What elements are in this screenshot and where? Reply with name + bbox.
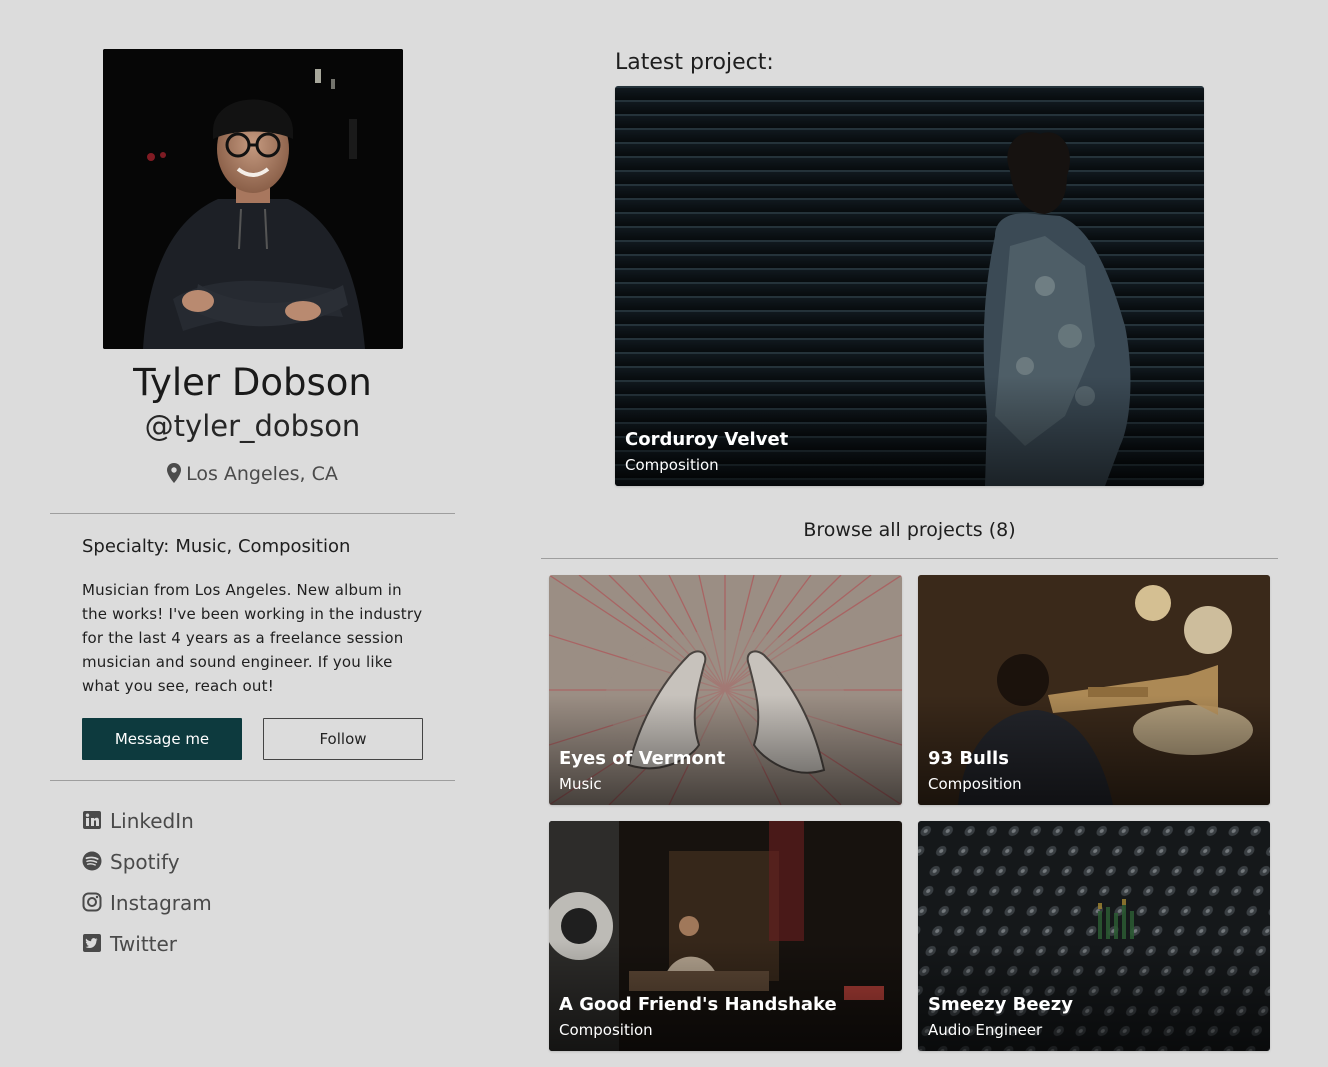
latest-project-heading: Latest project: (615, 50, 774, 75)
social-link-label: Instagram (110, 890, 212, 915)
divider (541, 558, 1278, 559)
project-title: 93 Bulls (928, 748, 1009, 769)
project-card[interactable]: 93 Bulls Composition (918, 575, 1270, 805)
project-title: Eyes of Vermont (559, 748, 726, 769)
twitter-icon (82, 933, 104, 955)
specialty-label: Specialty: (82, 536, 170, 557)
project-category: Composition (928, 775, 1022, 793)
social-links: LinkedIn Spotify Instagram Twitter (82, 800, 212, 964)
project-category: Audio Engineer (928, 1021, 1043, 1039)
profile-location: Los Angeles, CA (50, 460, 455, 491)
project-title: A Good Friend's Handshake (559, 994, 837, 1015)
project-card[interactable]: A Good Friend's Handshake Composition (549, 821, 902, 1051)
social-link-linkedin[interactable]: LinkedIn (82, 800, 212, 841)
message-button[interactable]: Message me (82, 718, 242, 760)
specialty: Specialty: Music, Composition (82, 534, 350, 560)
latest-project-category: Composition (625, 456, 719, 474)
project-card[interactable]: Eyes of Vermont Music (549, 575, 902, 805)
profile-handle: @tyler_dobson (144, 409, 361, 443)
project-category: Music (559, 775, 602, 793)
social-link-spotify[interactable]: Spotify (82, 841, 212, 882)
profile-name: Tyler Dobson (133, 361, 372, 404)
social-link-instagram[interactable]: Instagram (82, 882, 212, 923)
latest-project-title: Corduroy Velvet (625, 429, 789, 450)
divider (50, 780, 455, 781)
social-link-label: LinkedIn (110, 808, 194, 833)
bio: Musician from Los Angeles. New album in … (82, 581, 423, 695)
social-link-label: Spotify (110, 849, 180, 874)
social-link-label: Twitter (110, 931, 178, 956)
social-link-twitter[interactable]: Twitter (82, 923, 212, 964)
location-pin-icon (167, 463, 182, 491)
spotify-icon (82, 851, 104, 873)
follow-button[interactable]: Follow (263, 718, 423, 760)
divider (50, 513, 455, 514)
location-text: Los Angeles, CA (186, 463, 338, 485)
instagram-icon (82, 892, 104, 914)
browse-all-projects-link[interactable]: Browse all projects (8) (803, 519, 1015, 541)
project-card[interactable]: Smeezy Beezy Audio Engineer (918, 821, 1270, 1051)
latest-project-card[interactable]: Corduroy Velvet Composition (615, 86, 1204, 486)
browse-projects-wrap: Browse all projects (8) (541, 516, 1278, 544)
project-category: Composition (559, 1021, 653, 1039)
project-title: Smeezy Beezy (928, 994, 1073, 1015)
profile-photo (103, 49, 403, 349)
linkedin-icon (82, 810, 104, 832)
specialty-value: Music, Composition (175, 536, 351, 557)
